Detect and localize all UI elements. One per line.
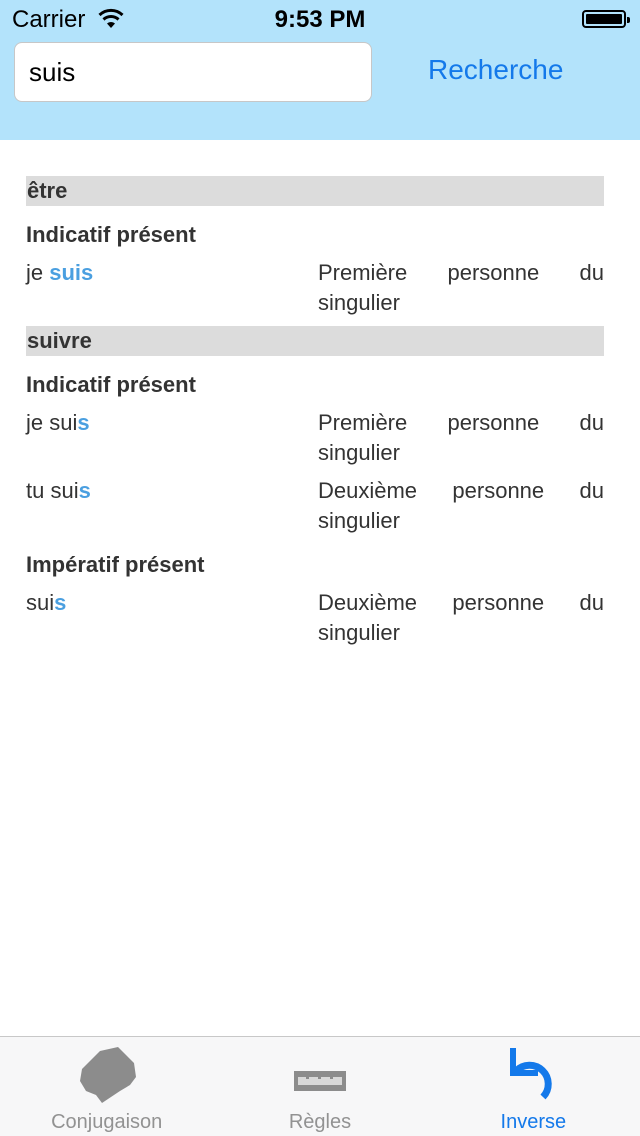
matched-ending: s <box>78 478 91 503</box>
conjugated-form: je suis <box>26 408 318 468</box>
conjugated-form: tu suis <box>26 476 318 536</box>
desc-word: Deuxième <box>318 590 418 615</box>
pronoun: je <box>26 260 50 285</box>
desc-word: Deuxième <box>318 478 418 503</box>
results-list: être Indicatif présent je suis Première pers… <box>26 176 604 648</box>
desc-word: Première <box>318 410 408 435</box>
tense-heading: Indicatif présent <box>26 222 196 247</box>
person-description: Première personne du singulier <box>318 258 604 318</box>
conjugated-form: suis <box>26 588 318 648</box>
tab-bar: Conjugaison Règles Inverse <box>0 1036 640 1136</box>
battery-icon <box>582 10 630 28</box>
conjugation-row: je suis Première personne du singulier <box>26 408 604 468</box>
tab-label: Règles <box>288 1111 352 1133</box>
conjugation-row: tu suis Deuxième personne du singulier <box>26 476 604 536</box>
person-description: Deuxième personne du singulier <box>318 588 604 648</box>
desc-word: du <box>579 478 604 503</box>
tab-conjugaison[interactable]: Conjugaison <box>0 1037 213 1136</box>
verb-header: suivre <box>26 326 604 356</box>
tense-heading: Impératif présent <box>26 552 205 577</box>
desc-word: personne <box>452 590 545 615</box>
person-description: Deuxième personne du singulier <box>318 476 604 536</box>
desc-line-2: singulier <box>318 508 400 533</box>
desc-line-2: singulier <box>318 290 400 315</box>
ruler-icon <box>293 1071 346 1091</box>
desc-word: personne <box>452 478 545 503</box>
undo-arrow-icon <box>510 1048 553 1100</box>
desc-word: du <box>579 260 604 285</box>
tense-heading: Indicatif présent <box>26 372 196 397</box>
search-input[interactable] <box>14 42 372 102</box>
form-stem: sui <box>49 410 78 435</box>
header-bar: Carrier 9:53 PM Recherche <box>0 0 640 140</box>
verb-header: être <box>26 176 604 206</box>
tab-regles[interactable]: Règles <box>213 1037 426 1136</box>
tab-label: Conjugaison <box>51 1111 163 1133</box>
tab-label: Inverse <box>500 1111 567 1133</box>
desc-word: du <box>579 590 604 615</box>
form-stem: sui <box>50 478 79 503</box>
conjugation-row: suis Deuxième personne du singulier <box>26 588 604 648</box>
matched-ending: s <box>54 590 67 615</box>
matched-ending: suis <box>49 260 94 285</box>
search-button[interactable]: Recherche <box>428 54 563 86</box>
desc-line-2: singulier <box>318 620 400 645</box>
status-bar: Carrier 9:53 PM <box>0 0 640 40</box>
pronoun: tu <box>26 478 51 503</box>
person-description: Première personne du singulier <box>318 408 604 468</box>
tab-inverse[interactable]: Inverse <box>427 1037 640 1136</box>
conjugated-form: je suis <box>26 258 318 318</box>
desc-word: personne <box>447 410 540 435</box>
desc-line-2: singulier <box>318 440 400 465</box>
map-icon <box>79 1047 136 1103</box>
matched-ending: s <box>77 410 90 435</box>
conjugation-row: je suis Première personne du singulier <box>26 258 604 318</box>
desc-word: Première <box>318 260 408 285</box>
desc-word: personne <box>447 260 540 285</box>
status-time: 9:53 PM <box>274 6 366 33</box>
pronoun: je <box>26 410 50 435</box>
desc-word: du <box>579 410 604 435</box>
form-stem: sui <box>26 590 55 615</box>
